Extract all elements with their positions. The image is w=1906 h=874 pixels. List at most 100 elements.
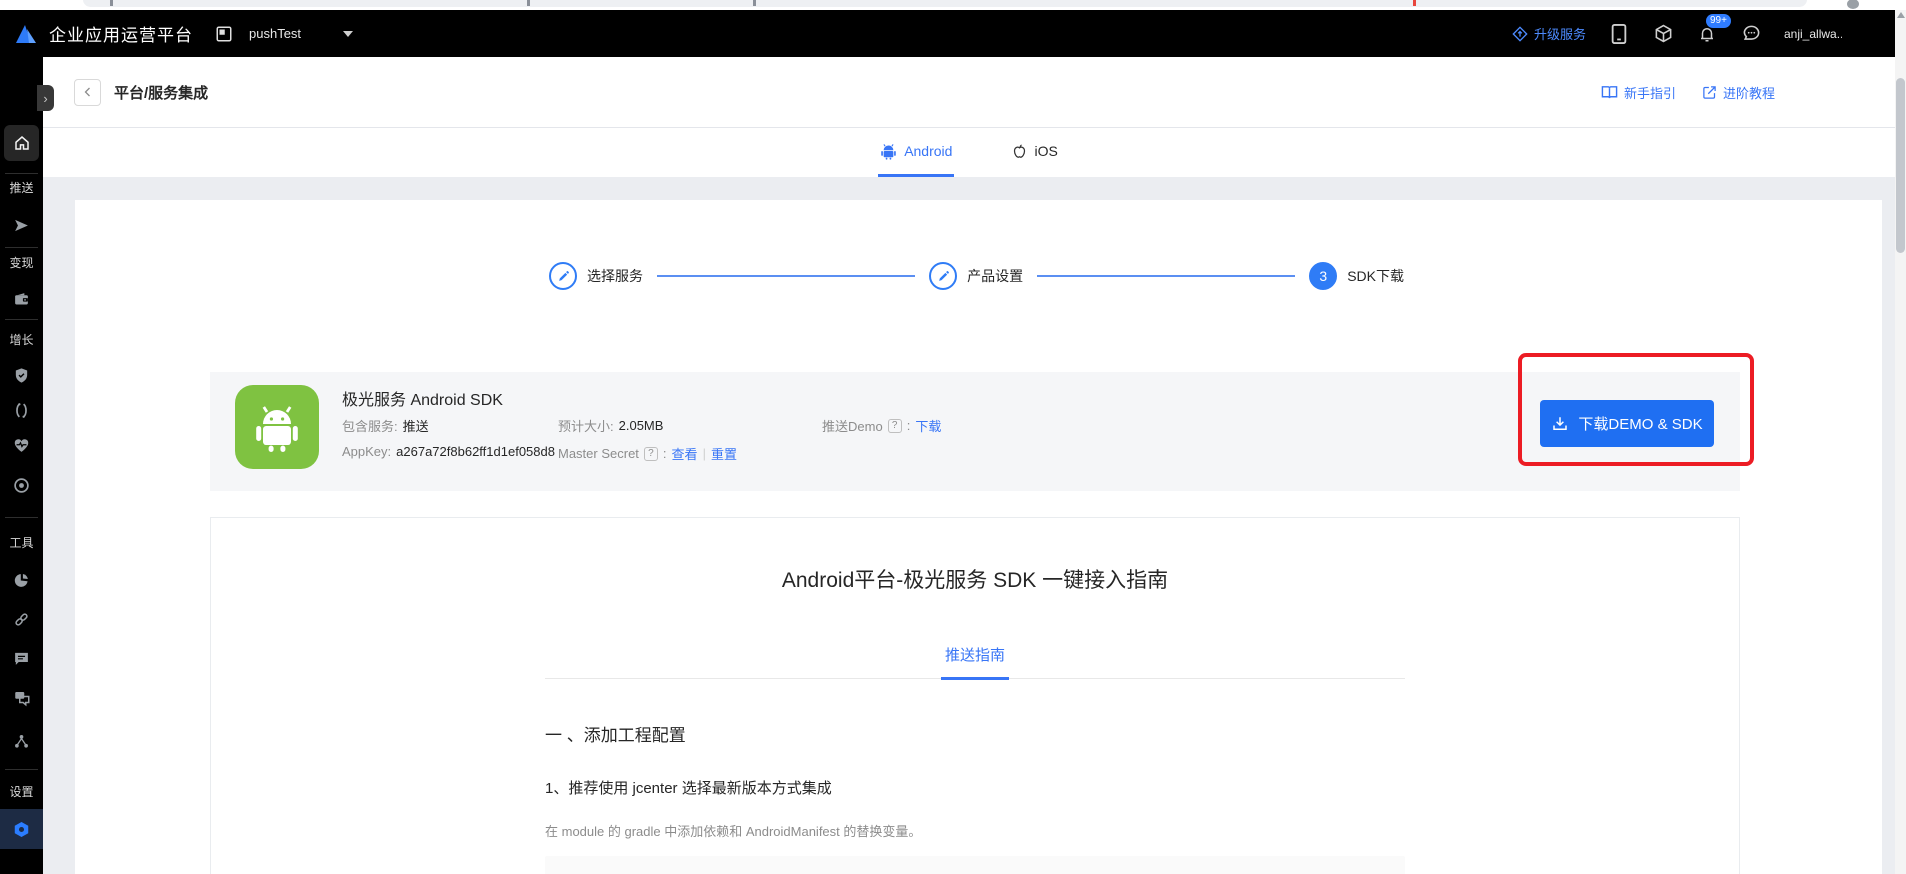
upgrade-diamond-icon bbox=[1512, 26, 1528, 42]
step1-label: 选择服务 bbox=[587, 266, 643, 286]
secret-view-link[interactable]: 查看 bbox=[672, 444, 698, 463]
help-icon[interactable]: ? bbox=[644, 447, 658, 461]
hexagon-nut-icon bbox=[12, 820, 31, 839]
upgrade-service-button[interactable]: 升级服务 bbox=[1512, 24, 1586, 43]
browser-toolbar-sliver bbox=[0, 0, 1906, 10]
sidebar-divider bbox=[5, 173, 38, 174]
book-icon bbox=[1601, 85, 1618, 100]
tab-ios[interactable]: iOS bbox=[1010, 128, 1059, 177]
appkey-label: AppKey: bbox=[342, 444, 391, 459]
beginner-guide-label: 新手指引 bbox=[1624, 83, 1676, 102]
top-navbar: 企业应用运营平台 pushTest 升级服务 bbox=[0, 10, 1906, 57]
app-switcher-icon[interactable] bbox=[215, 25, 233, 43]
sidebar-item-wallet[interactable] bbox=[0, 281, 43, 317]
sdk-panel: 极光服务 Android SDK 包含服务: 推送 预计大小: 2.05MB 推… bbox=[210, 372, 1740, 491]
sidebar-group-settings: 设置 bbox=[0, 783, 43, 800]
beginner-guide-link[interactable]: 新手指引 bbox=[1601, 83, 1676, 102]
scrollbar-thumb[interactable] bbox=[1896, 78, 1905, 253]
chevron-left-icon bbox=[82, 86, 94, 98]
sidebar-divider bbox=[5, 247, 38, 248]
sidebar-item-im[interactable] bbox=[0, 680, 43, 716]
username[interactable]: anji_allwa... bbox=[1784, 27, 1842, 41]
sidebar-item-analytics[interactable] bbox=[0, 562, 43, 598]
platform-tabbar: Android iOS bbox=[43, 128, 1895, 177]
appkey-value: a267a72f8b62ff1d1ef058d8 bbox=[396, 444, 555, 459]
secret-reset-link[interactable]: 重置 bbox=[711, 444, 737, 463]
pencil-icon bbox=[557, 270, 570, 283]
sidebar-item-health[interactable] bbox=[0, 427, 43, 463]
sdk-title: 极光服务 Android SDK bbox=[342, 386, 503, 410]
advanced-tutorial-link[interactable]: 进阶教程 bbox=[1702, 83, 1775, 102]
sidebar-item-shortlink[interactable] bbox=[0, 601, 43, 637]
send-icon bbox=[13, 217, 30, 234]
sidebar-item-union[interactable] bbox=[0, 723, 43, 759]
sidebar-item-sync[interactable] bbox=[0, 392, 43, 428]
pie-chart-icon bbox=[13, 572, 30, 589]
browser-url-mark-2 bbox=[753, 0, 756, 6]
app-title: 企业应用运营平台 bbox=[49, 21, 193, 46]
tab-ios-label: iOS bbox=[1034, 143, 1057, 159]
chats-icon bbox=[13, 689, 31, 707]
project-selector[interactable]: pushTest bbox=[249, 26, 301, 41]
sidebar-item-home[interactable] bbox=[0, 125, 43, 161]
guide-step-title: 1、推荐使用 jcenter 选择最新版本方式集成 bbox=[545, 777, 1405, 798]
sdk-master-secret: Master Secret ? : 查看 | 重置 bbox=[558, 444, 737, 463]
browser-profile-avatar[interactable] bbox=[1847, 0, 1859, 9]
scrollbar-up-arrow[interactable] bbox=[1897, 12, 1905, 18]
sandbox-button[interactable] bbox=[1652, 23, 1674, 45]
included-label: 包含服务: bbox=[342, 416, 398, 435]
step-select-service[interactable]: 选择服务 bbox=[549, 262, 643, 290]
step2-circle bbox=[929, 262, 957, 290]
home-icon bbox=[13, 134, 31, 152]
guide-tabbar: 推送指南 bbox=[545, 644, 1405, 679]
step-product-settings[interactable]: 产品设置 bbox=[929, 262, 1023, 290]
browser-address-bar[interactable] bbox=[83, 0, 1807, 7]
page-header: 平台/服务集成 新手指引 进阶教程 bbox=[43, 57, 1895, 128]
notifications-button[interactable]: 99+ bbox=[1696, 23, 1718, 45]
gradle-code-block: android { bbox=[545, 856, 1405, 874]
demo-label: 推送Demo bbox=[822, 416, 883, 435]
support-chat-button[interactable] bbox=[1740, 23, 1762, 45]
advanced-tutorial-label: 进阶教程 bbox=[1723, 83, 1775, 102]
sidebar-item-settings-active[interactable] bbox=[0, 809, 43, 849]
size-label: 预计大小: bbox=[558, 416, 614, 435]
sync-loop-icon bbox=[13, 402, 30, 419]
heart-pulse-icon bbox=[13, 437, 30, 454]
sidebar-group-tools: 工具 bbox=[0, 534, 43, 551]
download-demo-sdk-button[interactable]: 下载DEMO & SDK bbox=[1540, 400, 1714, 447]
guide-title: Android平台-极光服务 SDK 一键接入指南 bbox=[211, 564, 1739, 594]
browser-favicon-mark bbox=[110, 0, 113, 6]
nodes-icon bbox=[13, 733, 30, 750]
guide-section-heading: 一 、添加工程配置 bbox=[545, 721, 1405, 746]
android-icon bbox=[880, 142, 897, 160]
external-link-icon bbox=[1702, 85, 1717, 100]
mobile-preview-button[interactable] bbox=[1608, 23, 1630, 45]
sidebar-item-shield[interactable] bbox=[0, 357, 43, 393]
guide-step-description: 在 module 的 gradle 中添加依赖和 AndroidManifest… bbox=[545, 821, 1405, 840]
chevron-down-icon[interactable] bbox=[343, 31, 353, 37]
demo-download-link[interactable]: 下载 bbox=[915, 416, 941, 435]
sidebar-item-push[interactable] bbox=[0, 207, 43, 243]
secret-label: Master Secret bbox=[558, 446, 639, 461]
colon: : bbox=[663, 446, 667, 461]
sidebar-item-target[interactable] bbox=[0, 467, 43, 503]
phone-icon bbox=[1611, 24, 1627, 44]
page-scrollbar[interactable] bbox=[1895, 10, 1906, 874]
guide-tab-push[interactable]: 推送指南 bbox=[941, 644, 1009, 680]
download-icon bbox=[1551, 415, 1569, 433]
target-icon bbox=[13, 477, 30, 494]
help-icon[interactable]: ? bbox=[888, 419, 902, 433]
sidebar-expand-handle[interactable]: › bbox=[37, 85, 54, 111]
sidebar-group-growth: 增长 bbox=[0, 331, 43, 348]
link-icon bbox=[13, 611, 30, 628]
guide-body: 一 、添加工程配置 1、推荐使用 jcenter 选择最新版本方式集成 在 mo… bbox=[545, 721, 1405, 874]
tab-android[interactable]: Android bbox=[878, 128, 954, 177]
sidebar-group-monetize: 变现 bbox=[0, 254, 43, 271]
browser-url-mark bbox=[527, 0, 530, 6]
sidebar-item-sms[interactable] bbox=[0, 640, 43, 676]
step3-circle: 3 bbox=[1309, 262, 1337, 290]
upgrade-service-label: 升级服务 bbox=[1534, 24, 1586, 43]
step-sdk-download[interactable]: 3 SDK下载 bbox=[1309, 262, 1404, 290]
back-button[interactable] bbox=[74, 79, 101, 106]
stepper-connector bbox=[1037, 275, 1295, 277]
